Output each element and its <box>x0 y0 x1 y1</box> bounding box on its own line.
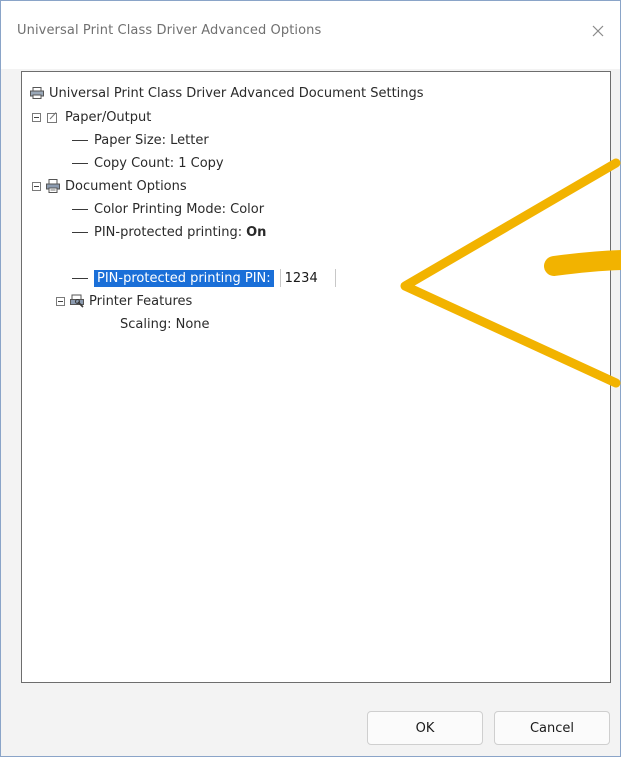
tree-connector <box>72 139 88 141</box>
tree-item-color-mode[interactable]: Color Printing Mode: Color <box>72 198 264 220</box>
pin-input[interactable] <box>279 269 336 287</box>
collapse-toggle-paper-output[interactable] <box>32 112 41 122</box>
tree-item-scaling[interactable]: Scaling: None <box>120 313 210 335</box>
close-icon <box>592 25 604 37</box>
tree-node-document-options[interactable]: Document Options <box>32 175 187 197</box>
tree-item-pin-printing-value: On <box>246 224 267 240</box>
collapse-toggle-printer-features[interactable] <box>56 296 65 306</box>
tree-node-printer-features[interactable]: Printer Features <box>56 290 192 312</box>
tree-item-pin[interactable]: PIN-protected printing PIN: <box>72 267 336 289</box>
tree-connector <box>72 208 88 210</box>
tree-item-copy-count-label: Copy Count: 1 Copy <box>94 155 224 171</box>
tree-root-label: Universal Print Class Driver Advanced Do… <box>49 85 424 101</box>
title-bar: Universal Print Class Driver Advanced Op… <box>1 1 620 69</box>
tree-item-paper-size-label: Paper Size: Letter <box>94 132 209 148</box>
window-title: Universal Print Class Driver Advanced Op… <box>17 23 322 38</box>
printer-icon <box>30 86 44 100</box>
tree-item-scaling-label: Scaling: None <box>120 316 210 332</box>
tree-item-color-mode-label: Color Printing Mode: Color <box>94 201 265 217</box>
close-button[interactable] <box>584 17 612 45</box>
tree-connector <box>72 231 88 233</box>
tree-item-copy-count[interactable]: Copy Count: 1 Copy <box>72 152 224 174</box>
tree-item-pin-printing[interactable]: PIN-protected printing: On <box>72 221 266 243</box>
tree-node-paper-output-label: Paper/Output <box>65 109 152 125</box>
tree-root[interactable]: Universal Print Class Driver Advanced Do… <box>30 82 424 104</box>
tree-node-document-options-label: Document Options <box>65 178 187 194</box>
tree-item-pin-printing-label: PIN-protected printing: <box>94 224 243 240</box>
ok-button[interactable]: OK <box>367 711 483 745</box>
tree-connector <box>72 277 88 279</box>
annotation-arrow-chevron <box>400 158 621 388</box>
tree-node-printer-features-label: Printer Features <box>89 293 193 309</box>
document-options-icon <box>46 179 60 193</box>
tree-connector <box>72 162 88 164</box>
tree-node-paper-output[interactable]: Paper/Output <box>32 106 151 128</box>
annotation-arrow-shaft <box>544 250 621 276</box>
tree-item-paper-size[interactable]: Paper Size: Letter <box>72 129 209 151</box>
annotation-arrow <box>400 158 621 388</box>
printer-features-icon <box>70 294 84 308</box>
collapse-toggle-document-options[interactable] <box>32 181 41 191</box>
paper-icon <box>46 110 60 124</box>
tree-item-pin-label: PIN-protected printing PIN: <box>94 269 274 287</box>
cancel-button[interactable]: Cancel <box>494 711 610 745</box>
dialog-window: Universal Print Class Driver Advanced Op… <box>0 0 621 757</box>
